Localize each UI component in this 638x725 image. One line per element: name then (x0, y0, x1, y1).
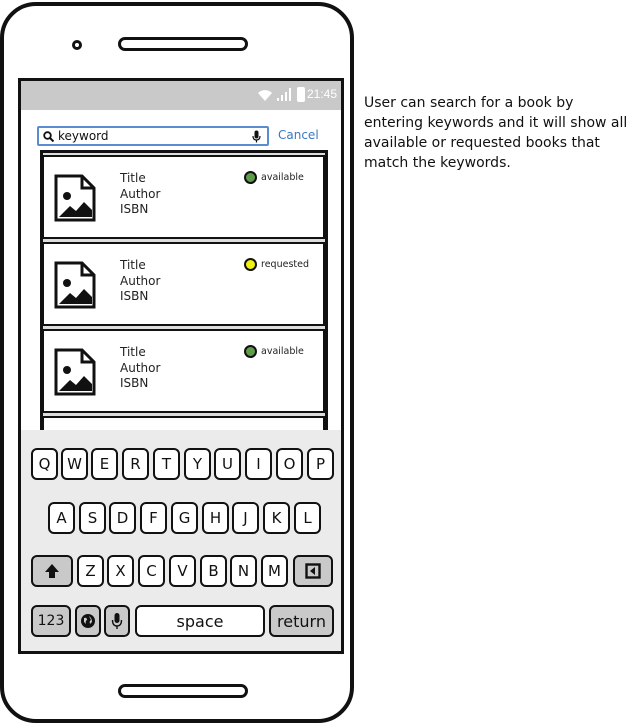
status-badge: available (244, 345, 304, 358)
shift-arrow-icon (45, 564, 59, 578)
numbers-key[interactable]: 123 (31, 605, 71, 637)
status-bar: 21:45 (21, 81, 341, 110)
battery-icon (297, 87, 305, 102)
key-m[interactable]: M (261, 555, 288, 587)
signal-icon (277, 88, 291, 101)
result-card[interactable]: Title Author ISBN requested (42, 242, 325, 326)
status-dot (244, 171, 257, 184)
globe-icon (81, 614, 95, 628)
home-button[interactable] (118, 684, 248, 698)
search-keyword: keyword (58, 129, 109, 143)
key-i[interactable]: I (245, 448, 272, 480)
book-author: Author (120, 360, 161, 375)
book-info: Title Author ISBN (120, 345, 160, 392)
key-p[interactable]: P (307, 448, 334, 480)
key-l[interactable]: L (294, 502, 321, 534)
key-o[interactable]: O (276, 448, 303, 480)
key-z[interactable]: Z (77, 555, 104, 587)
book-info: Title Author ISBN (120, 171, 160, 218)
status-dot (244, 345, 257, 358)
microphone-icon (111, 613, 123, 629)
search-input[interactable]: keyword (37, 126, 269, 146)
wifi-icon (258, 90, 272, 101)
key-x[interactable]: X (107, 555, 134, 587)
key-f[interactable]: F (140, 502, 167, 534)
return-key[interactable]: return (269, 605, 334, 637)
image-placeholder-icon (54, 261, 96, 309)
key-v[interactable]: V (169, 555, 196, 587)
key-a[interactable]: A (48, 502, 75, 534)
key-c[interactable]: C (138, 555, 165, 587)
key-k[interactable]: K (263, 502, 290, 534)
key-u[interactable]: U (214, 448, 241, 480)
phone-screen: 21:45 keyword Cancel Title Author ISBN a… (18, 78, 344, 654)
book-isbn: ISBN (120, 289, 149, 303)
microphone-key[interactable] (104, 605, 130, 637)
key-h[interactable]: H (202, 502, 229, 534)
key-s[interactable]: S (79, 502, 106, 534)
microphone-icon[interactable] (252, 130, 261, 143)
status-label: available (261, 172, 304, 183)
status-badge: available (244, 171, 304, 184)
image-placeholder-icon (54, 348, 96, 396)
speaker-slot (118, 37, 248, 51)
key-b[interactable]: B (200, 555, 227, 587)
result-card[interactable]: Title Author ISBN available (42, 155, 325, 239)
book-isbn: ISBN (120, 376, 149, 390)
key-e[interactable]: E (91, 448, 118, 480)
book-title: Title (120, 171, 146, 185)
book-title: Title (120, 345, 146, 359)
phone-frame: 21:45 keyword Cancel Title Author ISBN a… (0, 2, 354, 723)
annotation-note: User can search for a book by entering k… (364, 95, 628, 171)
book-author: Author (120, 273, 161, 288)
book-title: Title (120, 258, 146, 272)
book-isbn: ISBN (120, 202, 149, 216)
cancel-button[interactable]: Cancel (278, 128, 319, 142)
key-j[interactable]: J (232, 502, 259, 534)
book-author: Author (120, 186, 161, 201)
key-r[interactable]: R (122, 448, 149, 480)
shift-key[interactable] (31, 555, 73, 587)
result-card[interactable]: Title Author ISBN available (42, 329, 325, 413)
key-w[interactable]: W (61, 448, 88, 480)
camera-dot (72, 40, 82, 50)
search-icon (43, 131, 54, 142)
key-d[interactable]: D (109, 502, 136, 534)
status-time: 21:45 (306, 87, 337, 101)
globe-key[interactable] (75, 605, 101, 637)
status-label: requested (261, 259, 309, 270)
status-badge: requested (244, 258, 309, 271)
key-q[interactable]: Q (31, 448, 58, 480)
key-n[interactable]: N (230, 555, 257, 587)
image-placeholder-icon (54, 174, 96, 222)
backspace-icon (305, 563, 321, 579)
backspace-key[interactable] (293, 555, 333, 587)
key-g[interactable]: G (171, 502, 198, 534)
space-key[interactable]: space (135, 605, 265, 637)
key-t[interactable]: T (153, 448, 180, 480)
on-screen-keyboard: Q W E R T Y U I O P A S D F G H J K L Z … (21, 430, 341, 651)
book-info: Title Author ISBN (120, 258, 160, 305)
status-dot (244, 258, 257, 271)
status-label: available (261, 346, 304, 357)
key-y[interactable]: Y (184, 448, 211, 480)
